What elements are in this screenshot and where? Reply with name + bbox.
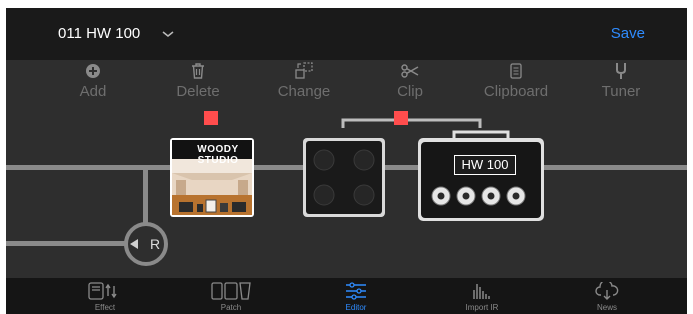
bar-graph-icon (437, 280, 527, 302)
signal-chain: R (6, 111, 687, 266)
group-bracket (341, 118, 482, 128)
cloud-download-icon (562, 280, 652, 302)
cabinet-block[interactable] (303, 138, 385, 217)
clipboard-icon (471, 60, 561, 82)
editor-window: 011 HW 100 Save Add Delete Change Clip C… (6, 8, 687, 314)
ir-select-marker[interactable] (204, 111, 218, 125)
tab-patch-label: Patch (220, 303, 242, 312)
bottom-tab-bar: Effect Patch Editor Import IR News (6, 278, 687, 314)
tuning-fork-icon (576, 60, 666, 82)
tab-effect[interactable]: Effect (60, 280, 150, 312)
change-label: Change (277, 83, 331, 100)
trash-icon (153, 60, 243, 82)
tuner-label: Tuner (601, 83, 641, 100)
tab-import-ir[interactable]: Import IR (437, 280, 527, 312)
amp-select-marker[interactable] (394, 111, 408, 125)
patch-name[interactable]: 011 HW 100 (58, 25, 140, 42)
scissors-icon (365, 60, 455, 82)
clipboard-label: Clipboard (483, 83, 549, 100)
sliders-icon (311, 280, 401, 302)
change-button[interactable]: Change (259, 60, 349, 100)
toolbar: Add Delete Change Clip Clipboard Tuner (6, 60, 687, 110)
delete-label: Delete (176, 83, 220, 100)
swap-icon (259, 60, 349, 82)
tuner-button[interactable]: Tuner (576, 60, 666, 100)
save-button[interactable]: Save (611, 25, 645, 42)
ir-title: WOODY STUDIO (197, 144, 239, 166)
add-label: Add (79, 83, 107, 100)
return-label: R (150, 236, 160, 252)
tab-import-ir-label: Import IR (465, 303, 499, 312)
clip-button[interactable]: Clip (365, 60, 455, 100)
clipboard-button[interactable]: Clipboard (471, 60, 561, 100)
tab-news[interactable]: News (562, 280, 652, 312)
delete-button[interactable]: Delete (153, 60, 243, 100)
tab-editor[interactable]: Editor (311, 280, 401, 312)
header-bar: 011 HW 100 Save (6, 8, 687, 60)
patch-icon (186, 280, 276, 302)
tab-news-label: News (596, 303, 617, 312)
tab-effect-label: Effect (94, 303, 116, 312)
amp-model-label: HW 100 (454, 155, 516, 175)
clip-label: Clip (397, 83, 423, 100)
plus-circle-icon (48, 60, 138, 82)
effect-icon (60, 280, 150, 302)
chevron-down-icon[interactable] (161, 26, 175, 44)
amp-block-hw100[interactable] (418, 130, 544, 221)
add-button[interactable]: Add (48, 60, 138, 100)
tab-editor-label: Editor (345, 303, 367, 312)
tab-patch[interactable]: Patch (186, 280, 276, 312)
